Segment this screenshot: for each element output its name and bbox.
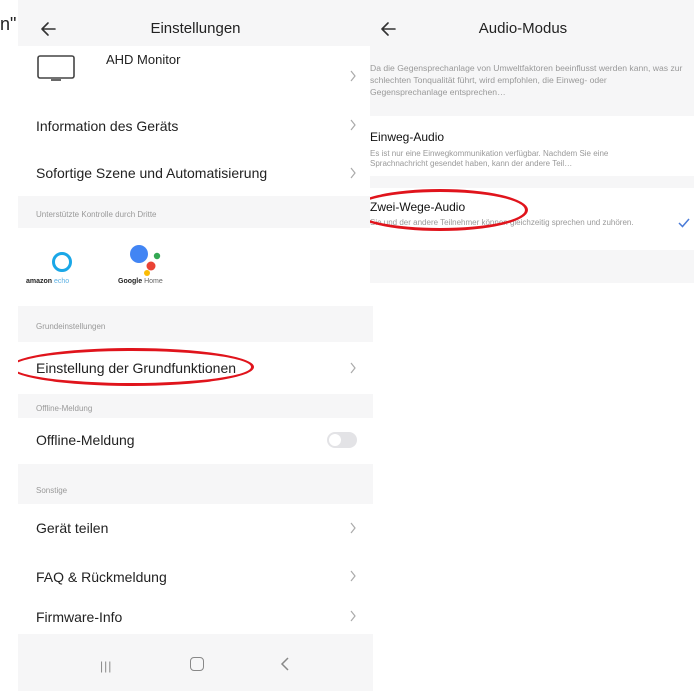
basic-functions-row[interactable]: Einstellung der Grundfunktionen [18,342,373,394]
offline-toggle[interactable] [327,432,357,448]
option-description: Sie und der andere Teilnehmer können gle… [370,218,634,227]
one-way-audio-option[interactable]: Einweg-Audio Es ist nur eine Einwegkommu… [370,116,694,176]
page-title: Audio-Modus [478,20,568,37]
page-title: Einstellungen [150,20,241,37]
other-section-label: Sonstige [36,486,68,495]
device-info-label: Information des Geräts [36,118,179,134]
audio-mode-screen: Audio-Modus Da die Gegensprechanlage von… [370,0,694,283]
device-info-row[interactable]: Information des Geräts [18,104,373,148]
offline-label: Offline-Meldung [36,432,135,448]
toggle-knob [329,434,341,446]
basic-section-label: Grundeinstellungen [36,322,106,331]
chevron-right-icon [350,522,356,534]
chevron-right-icon [350,362,356,374]
offline-section-label: Offline-Meldung [36,404,93,413]
audio-topbar: Audio-Modus [370,0,694,58]
offline-row: Offline-Meldung [18,418,373,464]
faq-row[interactable]: FAQ & Rückmeldung [18,556,373,596]
device-name: AHD Monitor [106,52,181,67]
android-nav-bar: ||| [18,639,373,691]
chevron-right-icon [350,119,356,131]
chevron-right-icon [350,610,356,622]
home-icon[interactable] [190,657,204,671]
google-assistant-icon[interactable] [128,242,164,276]
firmware-row[interactable]: Firmware-Info [18,596,373,636]
share-device-row[interactable]: Gerät teilen [18,508,373,548]
option-title: Zwei-Wege-Audio [370,200,466,214]
checkmark-icon [678,218,690,228]
share-device-label: Gerät teilen [36,520,109,536]
nav-back-icon[interactable] [280,657,290,671]
third-party-row: amazon echo Google Home [18,228,373,306]
faq-label: FAQ & Rückmeldung [36,569,167,585]
chevron-right-icon [350,570,356,582]
third-party-section-label: Unterstützte Kontrolle durch Dritte [36,210,157,219]
amazon-echo-label: amazon echo [26,278,70,285]
audio-description-text: Da die Gegensprechanlage von Umweltfakto… [370,63,683,97]
chevron-right-icon [350,70,356,82]
recents-icon[interactable]: ||| [100,659,114,673]
corner-text: n" [0,14,17,34]
two-way-audio-option[interactable]: Zwei-Wege-Audio Sie und der andere Teiln… [370,188,694,250]
audio-description: Da die Gegensprechanlage von Umweltfakto… [370,58,694,110]
device-row[interactable]: AHD Monitor [18,46,373,104]
scene-automation-label: Sofortige Szene und Automatisierung [36,165,268,181]
google-home-label: Google Home [118,278,163,285]
option-description: Es ist nur eine Einwegkommunikation verf… [370,149,609,168]
firmware-label: Firmware-Info [36,609,123,625]
monitor-icon [37,55,75,81]
settings-screen: Einstellungen AHD Monitor Information de… [18,0,373,691]
scene-automation-row[interactable]: Sofortige Szene und Automatisierung [18,148,373,196]
basic-functions-label: Einstellung der Grundfunktionen [36,360,237,376]
amazon-echo-logo[interactable] [52,252,72,272]
chevron-right-icon [350,167,356,179]
option-title: Einweg-Audio [370,130,445,144]
